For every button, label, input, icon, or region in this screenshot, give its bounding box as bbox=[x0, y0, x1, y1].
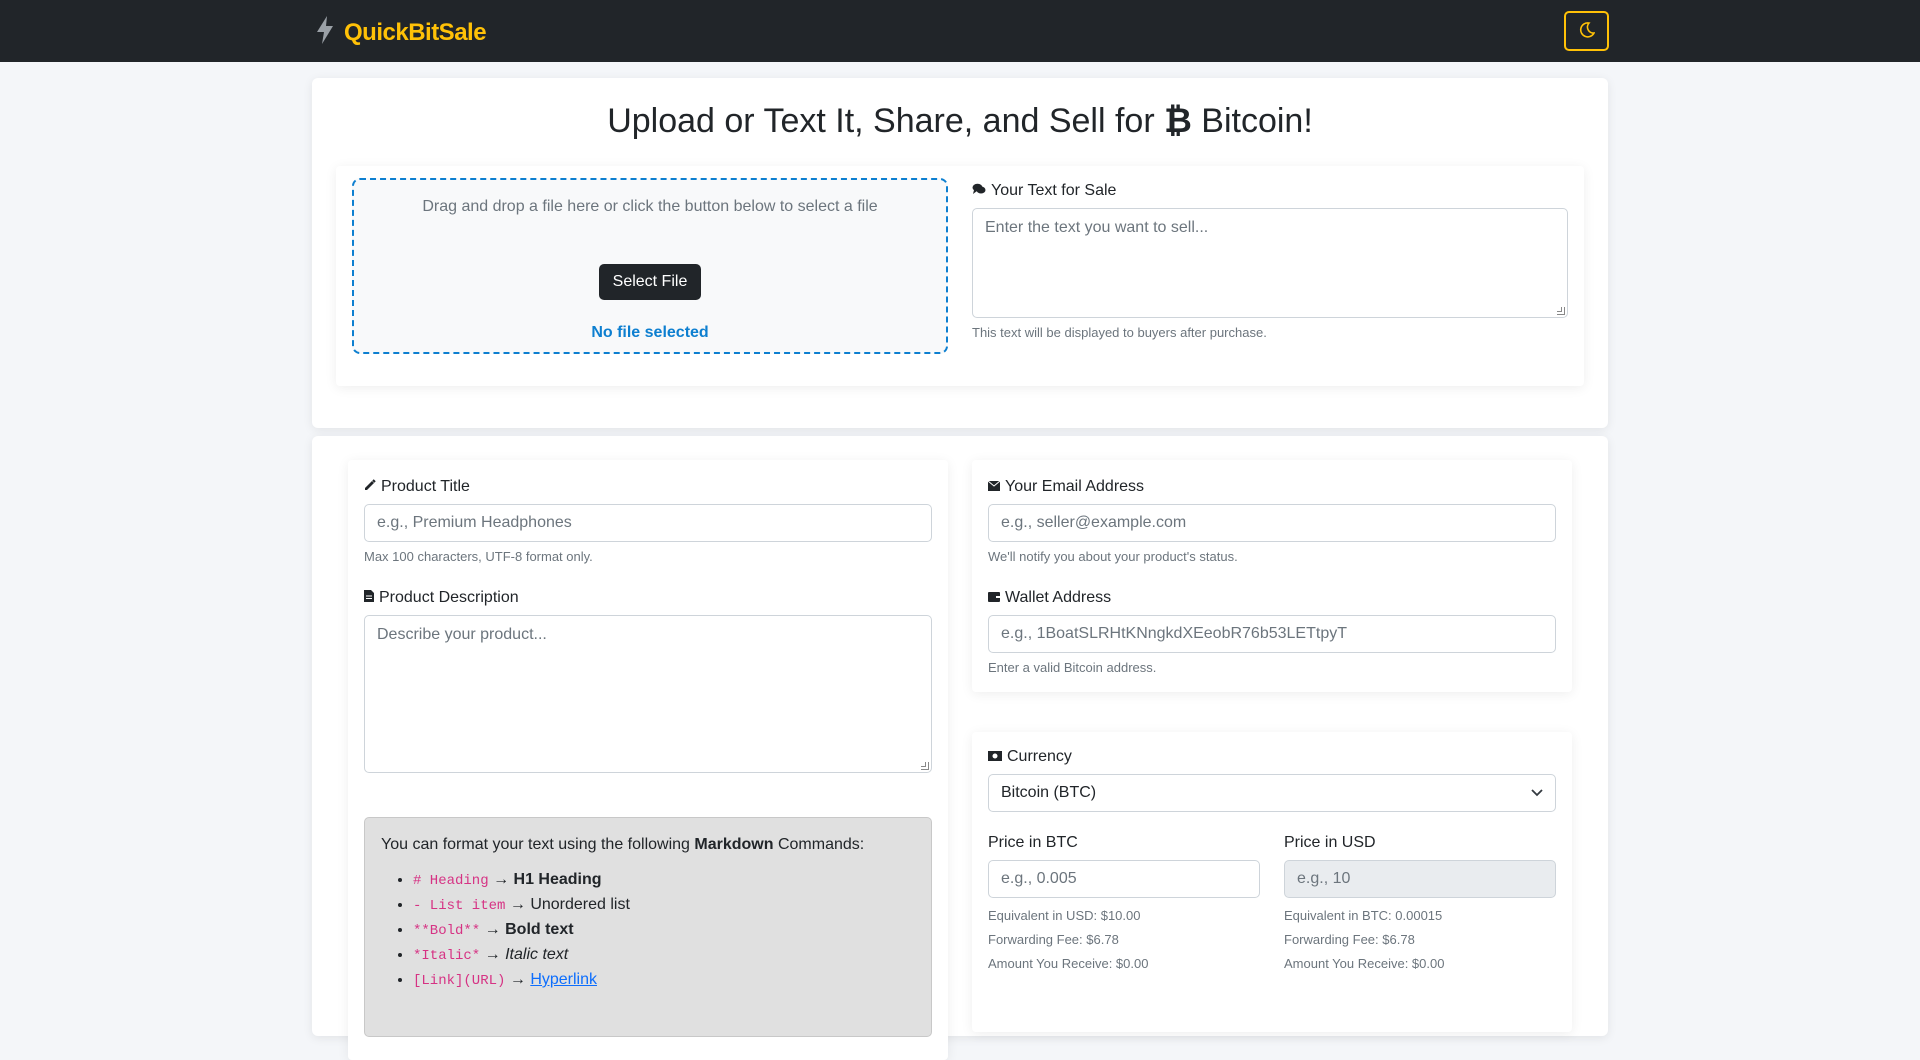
usd-amount-received: Amount You Receive: $0.00 bbox=[1284, 956, 1445, 971]
list-item: # Heading → H1 Heading bbox=[413, 868, 915, 893]
product-title-help: Max 100 characters, UTF-8 format only. bbox=[364, 549, 593, 564]
product-form-card: Product Title e.g., Premium Headphones M… bbox=[312, 436, 1608, 1060]
price-usd-summary: Equivalent in BTC: 0.00015 Forwarding Fe… bbox=[1284, 904, 1556, 976]
price-btc-label: Price in BTC bbox=[988, 834, 1078, 851]
brand-link[interactable]: QuickBitSale bbox=[316, 16, 487, 49]
envelope-icon bbox=[987, 478, 1001, 496]
wallet-input[interactable]: e.g., 1BoatSLRHtKNngkdXEeobR76b53LETtpyT bbox=[988, 615, 1556, 653]
chevron-down-icon bbox=[1531, 784, 1543, 802]
email-input[interactable]: e.g., seller@example.com bbox=[988, 504, 1556, 542]
drop-hint: Drag and drop a file here or click the b… bbox=[422, 198, 878, 215]
product-title-group: Product Title e.g., Premium Headphones M… bbox=[364, 478, 932, 564]
lightning-bolt-icon bbox=[316, 16, 334, 49]
list-item: [Link](URL) → Hyperlink bbox=[413, 968, 915, 993]
currency-select[interactable]: Bitcoin (BTC) bbox=[988, 774, 1556, 812]
file-drop-zone[interactable]: Drag and drop a file here or click the b… bbox=[352, 178, 948, 354]
email-help: We'll notify you about your product's st… bbox=[988, 549, 1238, 564]
text-for-sale-input[interactable]: Enter the text you want to sell... bbox=[972, 208, 1568, 318]
navbar: QuickBitSale bbox=[0, 0, 1920, 62]
text-for-sale-help: This text will be displayed to buyers af… bbox=[972, 325, 1267, 340]
price-btc-group: Price in BTC e.g., 0.005 Equivalent in U… bbox=[988, 834, 1260, 976]
theme-toggle-button[interactable] bbox=[1564, 11, 1609, 51]
hyperlink-example[interactable]: Hyperlink bbox=[530, 971, 597, 988]
resize-handle[interactable] bbox=[1557, 307, 1565, 315]
bitcoin-icon: ₿ bbox=[1164, 102, 1192, 140]
list-item: - List item → Unordered list bbox=[413, 893, 915, 918]
currency-label: Currency bbox=[988, 748, 1556, 766]
usd-forwarding-fee: Forwarding Fee: $6.78 bbox=[1284, 932, 1415, 947]
price-btc-input[interactable]: e.g., 0.005 bbox=[988, 860, 1260, 898]
price-btc-summary: Equivalent in USD: $10.00 Forwarding Fee… bbox=[988, 904, 1260, 976]
markdown-command-list: # Heading → H1 Heading - List item → Uno… bbox=[413, 868, 915, 993]
page-title: Upload or Text It, Share, and Sell for ₿… bbox=[607, 102, 1313, 140]
email-group: Your Email Address e.g., seller@example.… bbox=[987, 478, 1556, 564]
product-description-group: Product Description Describe your produc… bbox=[364, 589, 932, 773]
wallet-group: Wallet Address e.g., 1BoatSLRHtKNngkdXEe… bbox=[988, 589, 1556, 675]
resize-handle[interactable] bbox=[921, 762, 929, 770]
upload-panel: Drag and drop a file here or click the b… bbox=[336, 166, 1584, 386]
markdown-help-box: You can format your text using the follo… bbox=[364, 817, 932, 1037]
pricing-panel: Currency Bitcoin (BTC) Price in BTC e.g.… bbox=[972, 732, 1572, 1032]
email-label: Your Email Address bbox=[987, 478, 1556, 496]
price-usd-label: Price in USD bbox=[1284, 834, 1376, 851]
list-item: *Italic* → Italic text bbox=[413, 943, 915, 968]
upload-card: Upload or Text It, Share, and Sell for ₿… bbox=[312, 78, 1608, 428]
product-description-input[interactable]: Describe your product... bbox=[364, 615, 932, 773]
comments-icon bbox=[972, 182, 986, 200]
product-description-label: Product Description bbox=[364, 589, 932, 607]
list-item: **Bold** → Bold text bbox=[413, 918, 915, 943]
usd-equivalent-btc: Equivalent in BTC: 0.00015 bbox=[1284, 908, 1443, 923]
btc-equivalent-usd: Equivalent in USD: $10.00 bbox=[988, 908, 1141, 923]
product-details-panel: Product Title e.g., Premium Headphones M… bbox=[348, 460, 948, 1060]
price-usd-group: Price in USD e.g., 10 Equivalent in BTC:… bbox=[1284, 834, 1556, 976]
product-title-label: Product Title bbox=[364, 478, 932, 496]
file-text-icon bbox=[364, 589, 374, 607]
text-for-sale-group: Your Text for Sale Enter the text you wa… bbox=[972, 182, 1568, 340]
btc-amount-received: Amount You Receive: $0.00 bbox=[988, 956, 1149, 971]
seller-info-panel: Your Email Address e.g., seller@example.… bbox=[972, 460, 1572, 692]
currency-group: Currency Bitcoin (BTC) bbox=[988, 748, 1556, 812]
brand-name: QuickBitSale bbox=[344, 18, 487, 46]
money-bill-icon bbox=[988, 748, 1002, 766]
wallet-icon bbox=[988, 589, 1000, 607]
markdown-intro: You can format your text using the follo… bbox=[381, 836, 865, 853]
select-file-button[interactable]: Select File bbox=[598, 264, 702, 300]
product-title-input[interactable]: e.g., Premium Headphones bbox=[364, 504, 932, 542]
file-status: No file selected bbox=[591, 324, 709, 341]
moon-icon bbox=[1579, 21, 1595, 41]
wallet-help: Enter a valid Bitcoin address. bbox=[988, 660, 1157, 675]
btc-forwarding-fee: Forwarding Fee: $6.78 bbox=[988, 932, 1119, 947]
text-for-sale-label: Your Text for Sale bbox=[972, 182, 1568, 200]
pencil-icon bbox=[364, 478, 376, 496]
price-usd-input: e.g., 10 bbox=[1284, 860, 1556, 898]
wallet-label: Wallet Address bbox=[988, 589, 1556, 607]
